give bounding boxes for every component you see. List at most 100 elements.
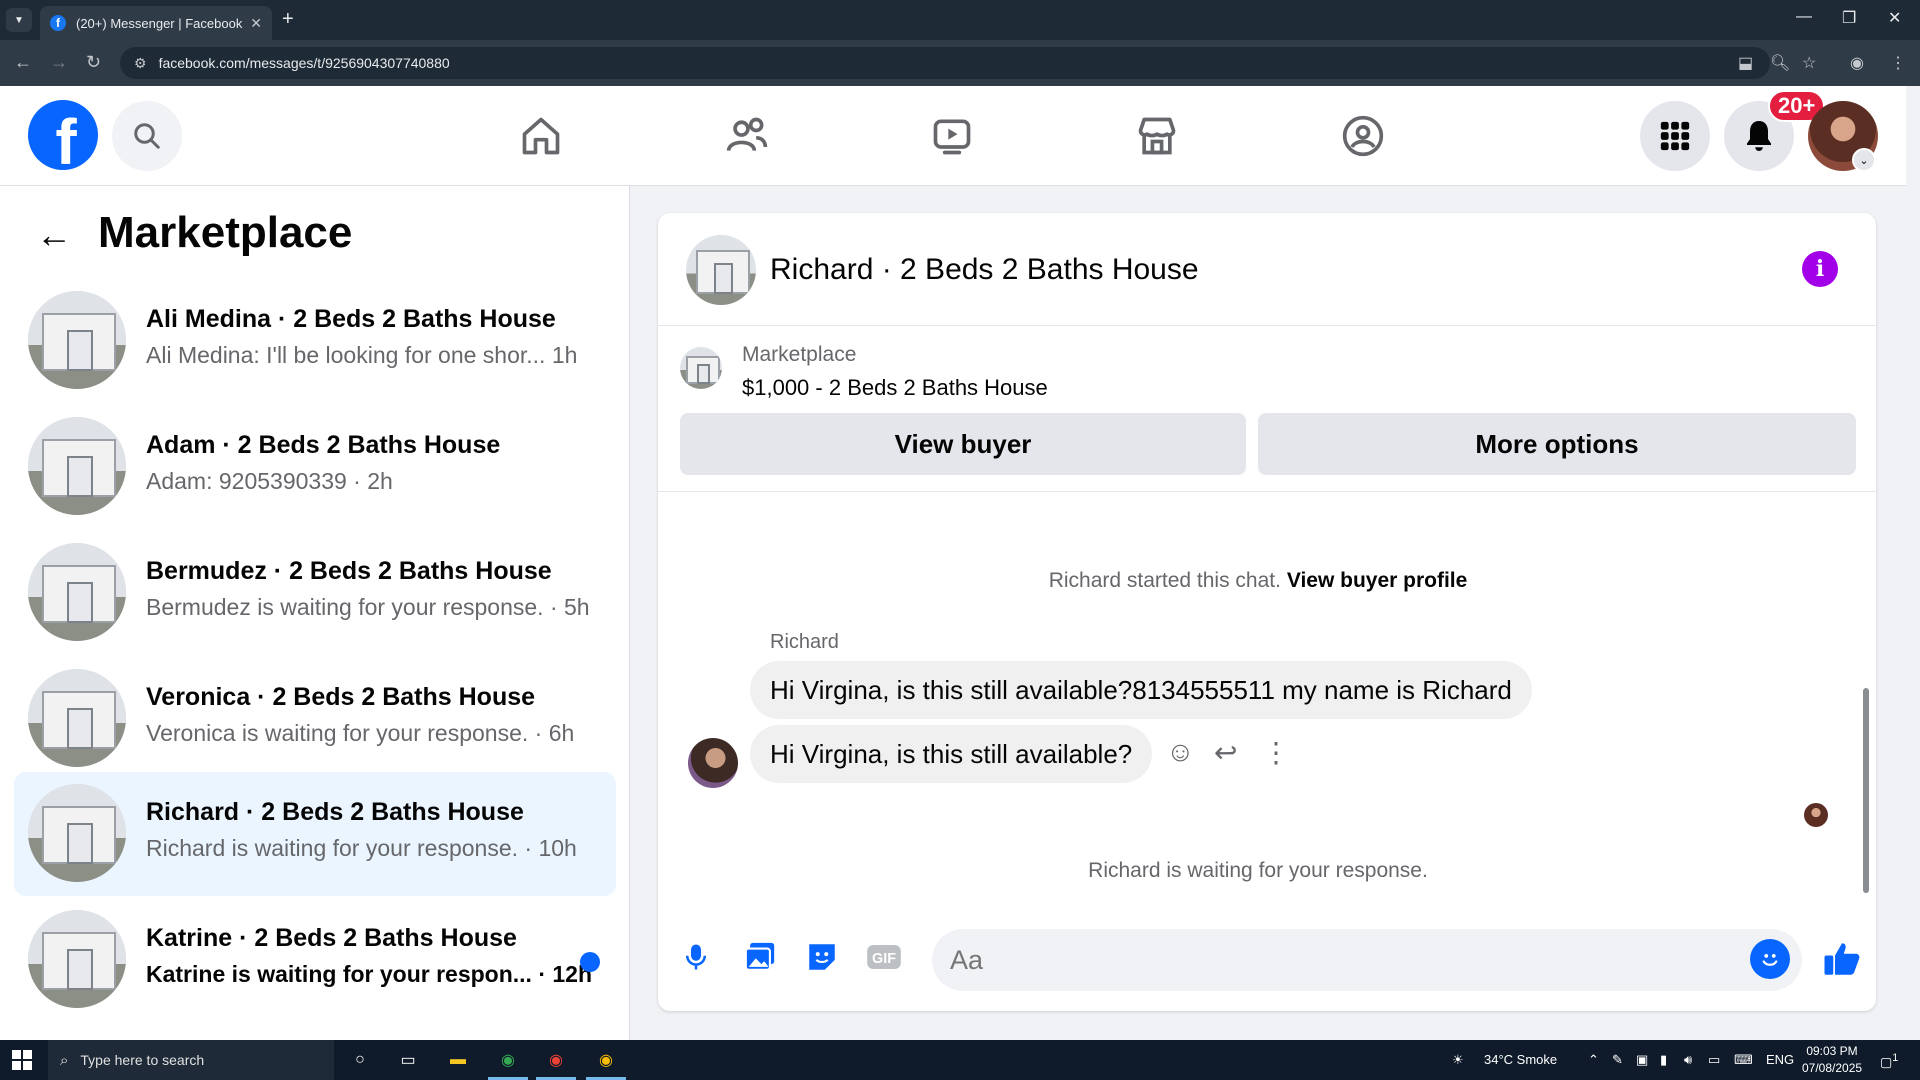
browser-tab-bar: ▼ f (20+) Messenger | Facebook ✕ + — ❐ ✕ bbox=[0, 0, 1920, 40]
menu-grid-button[interactable] bbox=[1640, 101, 1710, 171]
conversation-item[interactable]: Adam · 2 Beds 2 Baths House Adam: 920539… bbox=[14, 405, 616, 529]
back-icon[interactable]: ← bbox=[14, 52, 32, 73]
listing-price-title[interactable]: $1,000 - 2 Beds 2 Baths House bbox=[742, 375, 1048, 401]
address-bar[interactable]: ⚙ facebook.com/messages/t/92569043077408… bbox=[120, 47, 1770, 79]
language-indicator[interactable]: ENG bbox=[1766, 1052, 1794, 1067]
chat-header: Richard · 2 Beds 2 Baths House i bbox=[658, 213, 1876, 326]
video-nav-icon[interactable] bbox=[928, 112, 976, 160]
file-explorer-icon[interactable]: ▬ bbox=[446, 1048, 470, 1072]
photo-icon[interactable] bbox=[740, 937, 780, 977]
conversation-snippet: Veronica is waiting for your response. ·… bbox=[146, 720, 575, 746]
listing-thumbnail bbox=[28, 417, 126, 515]
seen-receipt-avatar bbox=[1804, 803, 1828, 827]
chevron-down-icon[interactable]: ⌄ bbox=[1852, 148, 1876, 172]
listing-thumbnail bbox=[28, 784, 126, 882]
gif-icon[interactable]: GIF bbox=[864, 937, 904, 977]
url-text: facebook.com/messages/t/9256904307740880 bbox=[158, 55, 450, 71]
facebook-top-bar: f 20+ ⌄ bbox=[0, 86, 1906, 186]
message-input[interactable] bbox=[932, 929, 1802, 991]
conversation-snippet: Bermudez is waiting for your response. ·… bbox=[146, 594, 590, 620]
facebook-favicon-icon: f bbox=[50, 15, 66, 31]
battery-icon[interactable]: ▮ bbox=[1660, 1052, 1667, 1068]
tab-list-button[interactable]: ▼ bbox=[6, 8, 32, 32]
home-nav-icon[interactable] bbox=[517, 112, 565, 160]
forward-icon[interactable]: → bbox=[50, 52, 68, 73]
more-options-button[interactable]: More options bbox=[1258, 413, 1856, 475]
windows-taskbar: ⌕ Type here to search ○ ▭ ▬ ◉ ◉ ◉ ☀ 34°C… bbox=[0, 1040, 1920, 1080]
taskbar-search-placeholder: Type here to search bbox=[80, 1052, 205, 1068]
taskbar-search[interactable]: ⌕ Type here to search bbox=[48, 1040, 334, 1080]
friends-nav-icon[interactable] bbox=[723, 112, 771, 160]
site-info-icon[interactable]: ⚙ bbox=[134, 55, 147, 72]
conversation-name: Katrine · 2 Beds 2 Baths House bbox=[146, 924, 517, 952]
thumbs-up-icon[interactable] bbox=[1818, 935, 1866, 983]
conversation-snippet: Katrine is waiting for your respon... · … bbox=[146, 961, 593, 987]
conversation-item[interactable]: Katrine · 2 Beds 2 Baths House Katrine i… bbox=[14, 898, 616, 1022]
install-app-icon[interactable]: ⬓ bbox=[1738, 53, 1753, 73]
tray-app-icon[interactable]: ▣ bbox=[1636, 1052, 1648, 1068]
keyboard-icon[interactable]: ⌨ bbox=[1734, 1052, 1753, 1068]
view-buyer-button[interactable]: View buyer bbox=[680, 413, 1246, 475]
clock-time: 09:03 PM bbox=[1806, 1044, 1858, 1058]
chat-panel: Richard · 2 Beds 2 Baths House i Marketp… bbox=[658, 213, 1876, 1011]
pen-icon[interactable]: ✎ bbox=[1612, 1052, 1623, 1068]
task-view-icon[interactable]: ▭ bbox=[396, 1048, 420, 1072]
reply-icon[interactable]: ↩ bbox=[1214, 736, 1237, 769]
chat-listing-thumbnail[interactable] bbox=[686, 235, 756, 305]
browser-tab-messenger[interactable]: f (20+) Messenger | Facebook ✕ bbox=[40, 6, 272, 40]
bookmark-star-icon[interactable]: ☆ bbox=[1802, 53, 1816, 73]
cortana-icon[interactable]: ○ bbox=[348, 1048, 372, 1072]
chrome-profile-icon[interactable]: ◉ bbox=[544, 1048, 568, 1072]
back-arrow-icon[interactable]: ← bbox=[36, 214, 72, 256]
tray-chevron-up-icon[interactable]: ⌃ bbox=[1588, 1052, 1599, 1068]
chrome-profile-icon[interactable]: ◉ bbox=[594, 1048, 618, 1072]
bell-icon bbox=[1747, 121, 1771, 151]
chat-scrollbar-thumb[interactable] bbox=[1863, 688, 1869, 893]
conversation-item[interactable]: Ali Medina · 2 Beds 2 Baths House Ali Me… bbox=[14, 279, 616, 403]
conversation-item-selected[interactable]: Richard · 2 Beds 2 Baths House Richard i… bbox=[14, 772, 616, 896]
weather-icon[interactable]: ☀ bbox=[1452, 1052, 1464, 1068]
marketplace-nav-icon[interactable] bbox=[1133, 112, 1181, 160]
panel-title: Marketplace bbox=[98, 208, 353, 257]
divider bbox=[658, 491, 1876, 492]
emoji-icon[interactable] bbox=[1750, 939, 1790, 979]
more-actions-icon[interactable]: ⋮ bbox=[1262, 736, 1290, 769]
svg-text:GIF: GIF bbox=[872, 951, 896, 967]
minimize-icon[interactable]: — bbox=[1796, 8, 1812, 26]
profile-icon[interactable]: ◉ bbox=[1850, 53, 1864, 73]
restore-icon[interactable]: ❐ bbox=[1842, 8, 1856, 28]
windows-start-icon[interactable] bbox=[12, 1050, 32, 1070]
browser-menu-icon[interactable]: ⋮ bbox=[1890, 53, 1906, 73]
facebook-logo-icon[interactable]: f bbox=[28, 100, 98, 170]
chat-started-text: Richard started this chat. bbox=[1048, 569, 1281, 592]
conversation-item[interactable]: Veronica · 2 Beds 2 Baths House Veronica… bbox=[14, 657, 616, 781]
listing-thumbnail bbox=[28, 291, 126, 389]
sticker-icon[interactable] bbox=[802, 937, 842, 977]
react-smiley-icon[interactable]: ☺ bbox=[1166, 736, 1195, 768]
taskbar-clock[interactable]: 09:03 PM 07/08/2025 bbox=[1802, 1043, 1862, 1077]
groups-nav-icon[interactable] bbox=[1339, 112, 1387, 160]
microphone-icon[interactable] bbox=[676, 937, 716, 977]
marketplace-conversation-list: ← Marketplace Ali Medina · 2 Beds 2 Bath… bbox=[0, 186, 630, 1040]
conversation-item[interactable]: Bermudez · 2 Beds 2 Baths House Bermudez… bbox=[14, 531, 616, 655]
network-icon[interactable]: ▭ bbox=[1708, 1052, 1720, 1068]
chrome-icon[interactable]: ◉ bbox=[496, 1048, 520, 1072]
browser-toolbar: ← → ↻ ⚙ facebook.com/messages/t/92569043… bbox=[0, 40, 1920, 86]
tab-close-icon[interactable]: ✕ bbox=[250, 15, 262, 32]
info-icon[interactable]: i bbox=[1802, 251, 1838, 287]
reload-icon[interactable]: ↻ bbox=[86, 52, 101, 73]
new-tab-button[interactable]: + bbox=[282, 8, 294, 31]
window-close-icon[interactable]: ✕ bbox=[1888, 8, 1901, 28]
sender-avatar[interactable] bbox=[688, 738, 738, 788]
marketplace-listing-thumbnail[interactable] bbox=[680, 347, 722, 389]
notification-center-icon[interactable]: ▢1 bbox=[1880, 1052, 1898, 1070]
message-bubble[interactable]: Hi Virgina, is this still available? bbox=[750, 725, 1153, 783]
chat-title[interactable]: Richard · 2 Beds 2 Baths House bbox=[770, 253, 1199, 287]
search-icon: ⌕ bbox=[60, 1051, 69, 1069]
view-buyer-profile-link[interactable]: View buyer profile bbox=[1287, 569, 1468, 592]
weather-text[interactable]: 34°C Smoke bbox=[1484, 1052, 1557, 1067]
zoom-icon[interactable]: 🔍︎ bbox=[1770, 53, 1790, 73]
facebook-search-button[interactable] bbox=[112, 101, 182, 171]
message-bubble[interactable]: Hi Virgina, is this still available?8134… bbox=[750, 661, 1532, 719]
volume-icon[interactable]: 🔊︎ bbox=[1684, 1052, 1692, 1068]
